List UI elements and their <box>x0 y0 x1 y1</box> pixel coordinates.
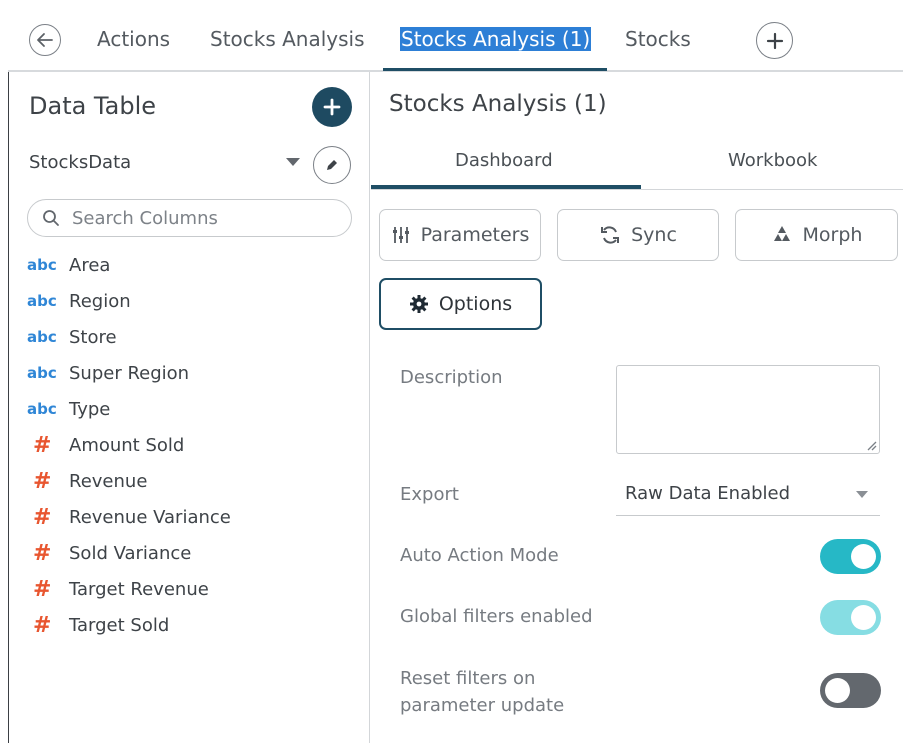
edit-data-source-button[interactable] <box>313 146 351 184</box>
data-table-title: Data Table <box>29 92 156 120</box>
sync-label: Sync <box>631 224 677 246</box>
export-label: Export <box>400 484 459 505</box>
tab-actions[interactable]: Actions <box>97 27 170 51</box>
text-type-icon: abc <box>27 292 57 310</box>
panel-title: Stocks Analysis (1) <box>389 91 607 117</box>
pencil-icon <box>327 160 337 170</box>
text-type-icon: abc <box>27 328 57 346</box>
numeric-type-icon: # <box>33 540 52 566</box>
text-type-icon: abc <box>27 256 57 274</box>
tab-dashboard[interactable]: Dashboard <box>455 150 553 171</box>
global-filters-label: Global filters enabled <box>400 606 593 627</box>
chevron-down-icon[interactable] <box>856 491 868 498</box>
add-column-button[interactable] <box>312 87 352 127</box>
list-item[interactable]: abc Area <box>27 250 110 280</box>
sync-button[interactable]: Sync <box>557 209 719 261</box>
list-item[interactable]: # Revenue Variance <box>27 502 231 532</box>
column-name: Target Revenue <box>69 578 209 600</box>
sliders-icon <box>392 227 409 243</box>
back-button[interactable] <box>29 24 61 56</box>
active-subtab-indicator <box>371 185 641 189</box>
list-item[interactable]: # Target Sold <box>27 610 169 640</box>
tab-bar: Actions Stocks Analysis Stocks Analysis … <box>8 0 903 72</box>
tab-stocks[interactable]: Stocks <box>625 27 691 51</box>
divider <box>616 515 880 516</box>
plus-icon <box>766 32 783 49</box>
list-item[interactable]: # Target Revenue <box>27 574 209 604</box>
description-field[interactable] <box>616 365 880 454</box>
morph-label: Morph <box>802 224 863 246</box>
resize-handle-icon[interactable] <box>865 439 877 451</box>
column-name: Region <box>69 290 131 312</box>
global-filters-toggle[interactable] <box>820 600 881 635</box>
tab-stocks-analysis-1[interactable]: Stocks Analysis (1) <box>400 27 592 51</box>
tab-label: Stocks Analysis (1) <box>400 27 592 51</box>
column-name: Type <box>69 398 111 420</box>
column-name: Revenue <box>69 470 148 492</box>
list-item[interactable]: abc Super Region <box>27 358 189 388</box>
gear-icon <box>409 295 428 313</box>
sync-icon <box>601 226 620 244</box>
column-name: Target Sold <box>69 614 170 636</box>
search-icon <box>43 210 59 226</box>
tab-workbook[interactable]: Workbook <box>728 150 817 171</box>
parameters-label: Parameters <box>420 224 530 246</box>
numeric-type-icon: # <box>33 504 52 530</box>
column-name: Sold Variance <box>69 542 192 564</box>
description-label: Description <box>400 367 503 388</box>
reset-filters-toggle[interactable] <box>820 673 881 708</box>
parameters-button[interactable]: Parameters <box>379 209 541 261</box>
list-item[interactable]: abc Store <box>27 322 117 352</box>
toggle-knob <box>851 605 876 630</box>
toggle-knob <box>825 678 850 703</box>
recycle-icon <box>773 226 790 241</box>
column-name: Revenue Variance <box>69 506 231 528</box>
text-type-icon: abc <box>27 400 57 418</box>
column-name: Area <box>69 254 111 276</box>
list-item[interactable]: # Amount Sold <box>27 430 184 460</box>
list-item[interactable]: # Revenue <box>27 466 147 496</box>
column-name: Store <box>69 326 117 348</box>
auto-action-mode-toggle[interactable] <box>820 539 881 574</box>
options-button[interactable]: Options <box>379 278 542 330</box>
text-type-icon: abc <box>27 364 57 382</box>
divider <box>371 189 903 190</box>
list-item[interactable]: abc Region <box>27 286 131 316</box>
reset-filters-label-2: parameter update <box>400 695 565 716</box>
reset-filters-label: Reset filters on <box>400 668 536 689</box>
options-label: Options <box>438 293 513 315</box>
arrow-left-icon <box>37 33 53 47</box>
chevron-down-icon[interactable] <box>286 158 300 166</box>
search-columns <box>27 199 352 237</box>
column-name: Amount Sold <box>69 434 185 456</box>
numeric-type-icon: # <box>33 612 52 638</box>
plus-icon <box>323 98 341 116</box>
data-source-name[interactable]: StocksData <box>29 152 131 173</box>
list-item[interactable]: abc Type <box>27 394 110 424</box>
export-select[interactable]: Raw Data Enabled <box>625 483 790 504</box>
column-name: Super Region <box>69 362 190 384</box>
add-tab-button[interactable] <box>756 22 793 59</box>
data-table-panel: Data Table StocksData abcArea abcRegion … <box>8 72 370 743</box>
numeric-type-icon: # <box>33 576 52 602</box>
list-item[interactable]: # Sold Variance <box>27 538 191 568</box>
auto-action-mode-label: Auto Action Mode <box>400 545 559 566</box>
toggle-knob <box>851 544 876 569</box>
morph-button[interactable]: Morph <box>735 209 898 261</box>
numeric-type-icon: # <box>33 468 52 494</box>
numeric-type-icon: # <box>33 432 52 458</box>
tab-stocks-analysis[interactable]: Stocks Analysis <box>210 27 365 51</box>
search-input[interactable] <box>72 204 342 232</box>
active-tab-indicator <box>383 68 607 71</box>
